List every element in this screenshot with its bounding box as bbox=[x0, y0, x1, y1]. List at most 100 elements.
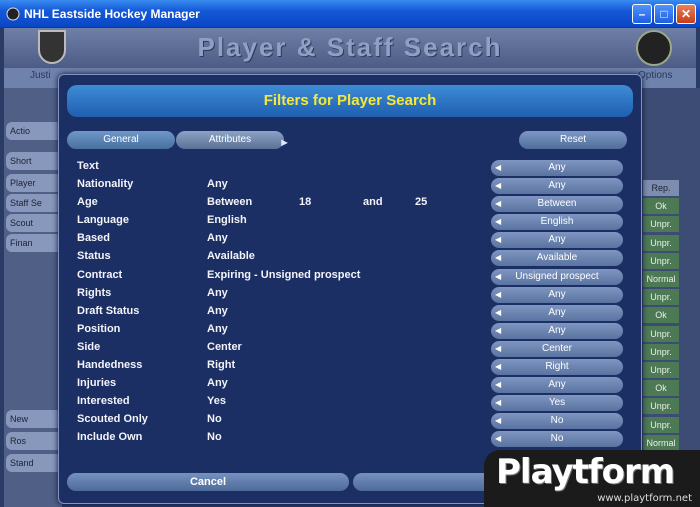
filter-label: Language bbox=[77, 214, 129, 227]
app-icon bbox=[6, 7, 20, 20]
close-icon[interactable]: ✕ bbox=[676, 4, 696, 24]
watermark-brand: Playtform bbox=[496, 452, 675, 492]
bg-rep-cell: Unpr. bbox=[643, 416, 679, 433]
bg-sidebar-item[interactable]: New bbox=[6, 410, 62, 428]
filter-value: Any bbox=[207, 178, 228, 191]
bg-rep-cell: Normal bbox=[643, 434, 679, 451]
filter-dropdown-label: Any bbox=[548, 379, 566, 391]
filter-dropdown-button[interactable]: ◀ Right bbox=[491, 359, 623, 376]
filter-row: Age Between 18 and 25 ◀ Between bbox=[77, 195, 633, 213]
filter-dropdown-label: English bbox=[540, 216, 574, 228]
bg-sidebar-item[interactable]: Stand bbox=[6, 454, 62, 472]
arrow-left-icon: ◀ bbox=[495, 434, 502, 444]
filter-row: Contract Expiring - Unsigned prospect ◀ Uns… bbox=[77, 268, 633, 286]
filter-label: Injuries bbox=[77, 377, 117, 390]
filter-dropdown-button[interactable]: ◀ Available bbox=[491, 250, 623, 267]
bg-sidebar-item[interactable]: Staff Se bbox=[6, 194, 62, 212]
team-logo bbox=[636, 30, 672, 66]
tab-general-label: General bbox=[103, 134, 139, 145]
filter-row: Scouted Only No ◀ No bbox=[77, 412, 633, 430]
arrow-left-icon: ◀ bbox=[495, 217, 502, 227]
chevron-right-icon: ► bbox=[279, 137, 290, 149]
filter-label: Side bbox=[77, 340, 101, 353]
filter-value: Any bbox=[207, 232, 228, 245]
filter-label: Text bbox=[77, 160, 99, 172]
filter-dropdown-button[interactable]: ◀ No bbox=[491, 413, 623, 430]
filter-row: Injuries Any ◀ Any bbox=[77, 376, 633, 394]
filter-value: Any bbox=[207, 304, 228, 317]
filter-dropdown-button[interactable]: ◀ English bbox=[491, 214, 623, 231]
bg-sidebar-item[interactable]: Actio bbox=[6, 122, 62, 140]
filter-label: Scouted Only bbox=[77, 413, 148, 426]
bg-rep-cell: Unpr. bbox=[643, 234, 679, 251]
arrow-left-icon: ◀ bbox=[495, 181, 502, 191]
bg-tab-options[interactable]: Options bbox=[638, 70, 672, 81]
filter-row: Text ◀ Any bbox=[77, 159, 633, 177]
filter-dropdown-button[interactable]: ◀ Center bbox=[491, 340, 623, 357]
filter-label: Interested bbox=[77, 395, 130, 408]
filter-value: Right bbox=[207, 359, 236, 372]
filter-value: No bbox=[207, 431, 222, 444]
page-title: Player & Staff Search bbox=[197, 32, 503, 62]
cancel-button[interactable]: Cancel bbox=[67, 473, 349, 491]
filter-dropdown-button[interactable]: ◀ Any bbox=[491, 304, 623, 321]
filter-dropdown-label: Any bbox=[548, 324, 566, 336]
bg-rep-cell: Ok bbox=[643, 380, 679, 397]
bg-sidebar-item[interactable]: Ros bbox=[6, 432, 62, 450]
filter-dropdown-label: Any bbox=[548, 288, 566, 300]
filter-dropdown-button[interactable]: ◀ Any bbox=[491, 232, 623, 249]
filter-label: Status bbox=[77, 250, 111, 263]
bg-rep-cell: Unpr. bbox=[643, 325, 679, 342]
filter-label: Contract bbox=[77, 268, 123, 281]
filter-dropdown-button[interactable]: ◀ Any bbox=[491, 178, 623, 195]
filter-dialog: Filters for Player Search General Attrib… bbox=[58, 74, 642, 504]
bg-sidebar-item[interactable]: Player bbox=[6, 174, 62, 192]
bg-rep-cell: Unpr. bbox=[643, 343, 679, 360]
bg-sidebar-item[interactable]: Scout bbox=[6, 214, 62, 232]
filter-dropdown-label: No bbox=[550, 433, 564, 445]
minimize-icon[interactable]: – bbox=[632, 4, 652, 24]
filter-dropdown-button[interactable]: ◀ Any bbox=[491, 322, 623, 339]
filter-dropdown-label: Available bbox=[536, 252, 578, 264]
arrow-left-icon: ◀ bbox=[495, 307, 502, 317]
window-controls: – □ ✕ bbox=[632, 4, 696, 24]
filter-value: No bbox=[207, 413, 222, 426]
filter-label: Position bbox=[77, 322, 121, 335]
filter-value: Any bbox=[207, 322, 228, 335]
filter-row: Based Any ◀ Any bbox=[77, 231, 633, 249]
filter-dropdown-button[interactable]: ◀ Any bbox=[491, 286, 623, 303]
filter-row: Status Available ◀ Available bbox=[77, 249, 633, 267]
filter-dropdown-button[interactable]: ◀ Unsigned prospect bbox=[491, 268, 623, 285]
app-header: Player & Staff Search bbox=[4, 28, 696, 68]
filter-dropdown-button[interactable]: ◀ Any bbox=[491, 160, 623, 176]
filter-value: Yes bbox=[207, 395, 226, 408]
filter-label: Draft Status bbox=[77, 304, 140, 317]
reset-button[interactable]: Reset bbox=[519, 131, 627, 149]
filter-dropdown-button[interactable]: ◀ Between bbox=[491, 196, 623, 213]
filter-label: Rights bbox=[77, 286, 112, 299]
filter-dropdown-label: Any bbox=[548, 306, 566, 318]
tab-general[interactable]: General bbox=[67, 131, 175, 149]
filter-label: Age bbox=[77, 196, 98, 209]
arrow-left-icon: ◀ bbox=[495, 380, 502, 390]
filter-value-min: 18 bbox=[299, 196, 312, 209]
bg-rep-cell: Unpr. bbox=[643, 398, 679, 415]
bg-rep-cell: Unpr. bbox=[643, 362, 679, 378]
filter-dropdown-button[interactable]: ◀ No bbox=[491, 431, 623, 448]
bg-tab-justi[interactable]: Justi bbox=[30, 70, 51, 81]
bg-sidebar-item[interactable]: Short bbox=[6, 152, 62, 170]
filter-dropdown-label: Any bbox=[548, 162, 566, 173]
window-titlebar: NHL Eastside Hockey Manager – □ ✕ bbox=[0, 0, 700, 28]
window-title: NHL Eastside Hockey Manager bbox=[24, 6, 200, 21]
filter-label: Handedness bbox=[77, 359, 143, 372]
arrow-left-icon: ◀ bbox=[495, 271, 502, 281]
filter-value: Center bbox=[207, 340, 242, 353]
tab-attributes[interactable]: Attributes ► bbox=[176, 131, 290, 149]
filter-row: Draft Status Any ◀ Any bbox=[77, 304, 633, 322]
filter-dropdown-button[interactable]: ◀ Any bbox=[491, 377, 623, 394]
maximize-icon[interactable]: □ bbox=[654, 4, 674, 24]
filter-dropdown-button[interactable]: ◀ Yes bbox=[491, 395, 623, 412]
dialog-title: Filters for Player Search bbox=[67, 85, 633, 117]
filter-dropdown-label: Unsigned prospect bbox=[515, 270, 599, 282]
bg-sidebar-item[interactable]: Finan bbox=[6, 234, 62, 252]
